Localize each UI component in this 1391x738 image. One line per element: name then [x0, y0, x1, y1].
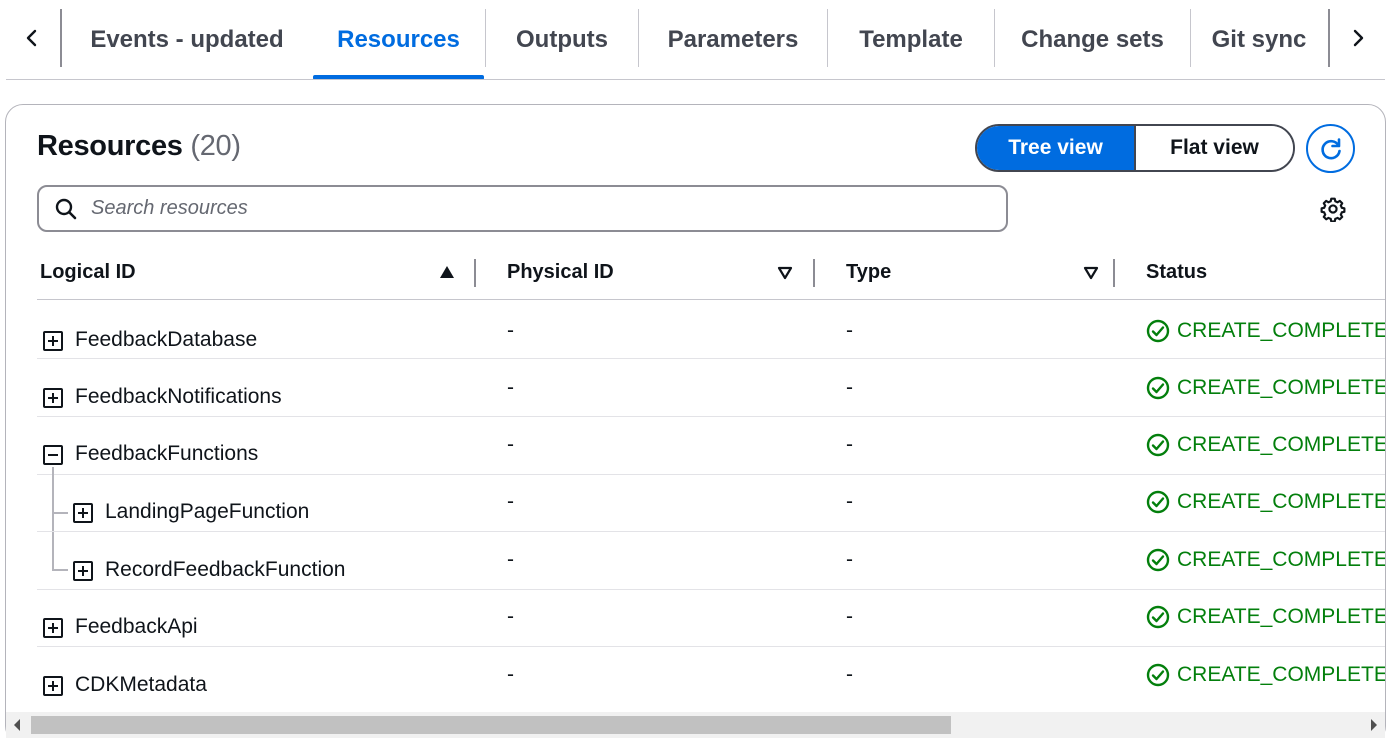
column-resizer[interactable] [813, 259, 815, 287]
tree-view-button[interactable]: Tree view [977, 126, 1134, 170]
logical-id: FeedbackDatabase [75, 328, 258, 351]
refresh-button[interactable] [1306, 124, 1355, 173]
status-text: CREATE_COMPLETE [1177, 376, 1386, 399]
sort-descending-icon[interactable] [776, 264, 794, 280]
tab-bar: Events - updated Resources Outputs Param… [0, 0, 1391, 81]
scrollbar-thumb[interactable] [31, 716, 951, 734]
tab-git-sync[interactable]: Git sync [1191, 0, 1327, 79]
chevron-left-icon [26, 29, 37, 47]
preferences-button[interactable] [1319, 195, 1347, 223]
status-success-icon [1146, 319, 1170, 343]
resources-heading: Resources [37, 130, 183, 162]
page-title: Resources (20) [37, 130, 241, 163]
physical-id: - [507, 376, 514, 399]
table-row[interactable]: CDKMetadata - - CREATE_COMPLETE [37, 647, 1385, 705]
physical-id: - [507, 490, 514, 513]
search-icon [55, 198, 77, 219]
settings-icon [1320, 197, 1346, 222]
status-text: CREATE_COMPLETE [1177, 433, 1386, 456]
chevron-right-icon [1353, 29, 1364, 47]
physical-id: - [507, 605, 514, 628]
tab-divider [1328, 9, 1330, 67]
status-text: CREATE_COMPLETE [1177, 319, 1386, 342]
column-header-physical-id[interactable]: Physical ID [507, 245, 614, 299]
status-badge: CREATE_COMPLETE [1146, 663, 1386, 687]
sort-ascending-icon[interactable] [438, 264, 456, 280]
scroll-right-arrow-icon[interactable] [1371, 719, 1377, 731]
status-text: CREATE_COMPLETE [1177, 663, 1386, 686]
status-badge: CREATE_COMPLETE [1146, 490, 1386, 514]
status-badge: CREATE_COMPLETE [1146, 433, 1386, 457]
expand-icon[interactable] [43, 388, 63, 408]
column-resizer[interactable] [474, 259, 476, 287]
table-row[interactable]: FeedbackFunctions - - CREATE_COMPLETE [37, 417, 1385, 475]
flat-view-button[interactable]: Flat view [1134, 126, 1293, 170]
table-row[interactable]: RecordFeedbackFunction - - CREATE_COMPLE… [37, 532, 1385, 590]
status-success-icon [1146, 376, 1170, 400]
status-badge: CREATE_COMPLETE [1146, 605, 1386, 629]
physical-id: - [507, 663, 514, 686]
tab-resources[interactable]: Resources [313, 0, 484, 80]
physical-id: - [507, 433, 514, 456]
sort-descending-icon[interactable] [1082, 264, 1100, 280]
status-badge: CREATE_COMPLETE [1146, 376, 1386, 400]
table-row[interactable]: FeedbackDatabase - - CREATE_COMPLETE [37, 301, 1385, 359]
resource-type: - [846, 663, 853, 686]
status-badge: CREATE_COMPLETE [1146, 548, 1386, 572]
tab-parameters[interactable]: Parameters [639, 0, 827, 79]
logical-id: LandingPageFunction [105, 500, 310, 523]
tab-change-sets[interactable]: Change sets [995, 0, 1190, 79]
table-row[interactable]: FeedbackNotifications - - CREATE_COMPLET… [37, 359, 1385, 417]
logical-id: FeedbackFunctions [75, 442, 259, 465]
column-header-type[interactable]: Type [846, 245, 891, 299]
status-success-icon [1146, 548, 1170, 572]
tab-events[interactable]: Events - updated [62, 0, 312, 79]
tab-template[interactable]: Template [828, 0, 994, 79]
status-text: CREATE_COMPLETE [1177, 605, 1386, 628]
table-row[interactable]: LandingPageFunction - - CREATE_COMPLETE [37, 474, 1385, 532]
resource-type: - [846, 490, 853, 513]
refresh-icon [1320, 137, 1341, 159]
resource-type: - [846, 433, 853, 456]
table-row[interactable]: FeedbackApi - - CREATE_COMPLETE [37, 589, 1385, 647]
resources-panel: Resources (20) Tree view Flat view Logic… [5, 104, 1386, 738]
status-badge: CREATE_COMPLETE [1146, 319, 1386, 343]
status-success-icon [1146, 663, 1170, 687]
status-text: CREATE_COMPLETE [1177, 548, 1386, 571]
tabs-scroll-left-button[interactable] [8, 14, 56, 62]
status-success-icon [1146, 433, 1170, 457]
search-input[interactable] [91, 197, 971, 220]
tabs-scroll-right-button[interactable] [1334, 14, 1382, 62]
column-resizer[interactable] [1113, 259, 1115, 287]
scroll-left-arrow-icon[interactable] [14, 719, 20, 731]
physical-id: - [507, 319, 514, 342]
resource-type: - [846, 376, 853, 399]
horizontal-scrollbar[interactable] [6, 712, 1385, 738]
resource-type: - [846, 319, 853, 342]
physical-id: - [507, 548, 514, 571]
table-header: Logical ID Physical ID Type Status [37, 245, 1385, 300]
logical-id: FeedbackNotifications [75, 385, 282, 408]
expand-icon[interactable] [73, 561, 93, 581]
resource-type: - [846, 548, 853, 571]
column-header-logical-id[interactable]: Logical ID [40, 245, 136, 299]
expand-icon[interactable] [43, 676, 63, 696]
view-toggle: Tree view Flat view [975, 124, 1295, 172]
tab-bar-border [6, 79, 1385, 80]
collapse-icon[interactable] [43, 445, 63, 465]
status-success-icon [1146, 605, 1170, 629]
resource-count: (20) [190, 130, 241, 162]
logical-id: RecordFeedbackFunction [105, 558, 346, 581]
logical-id: FeedbackApi [75, 615, 198, 638]
expand-icon[interactable] [73, 503, 93, 523]
column-header-status[interactable]: Status [1146, 245, 1207, 299]
resource-type: - [846, 605, 853, 628]
tab-outputs[interactable]: Outputs [486, 0, 638, 79]
status-success-icon [1146, 490, 1170, 514]
expand-icon[interactable] [43, 618, 63, 638]
expand-icon[interactable] [43, 331, 63, 351]
logical-id: CDKMetadata [75, 673, 207, 696]
search-field [37, 185, 1008, 232]
status-text: CREATE_COMPLETE [1177, 490, 1386, 513]
